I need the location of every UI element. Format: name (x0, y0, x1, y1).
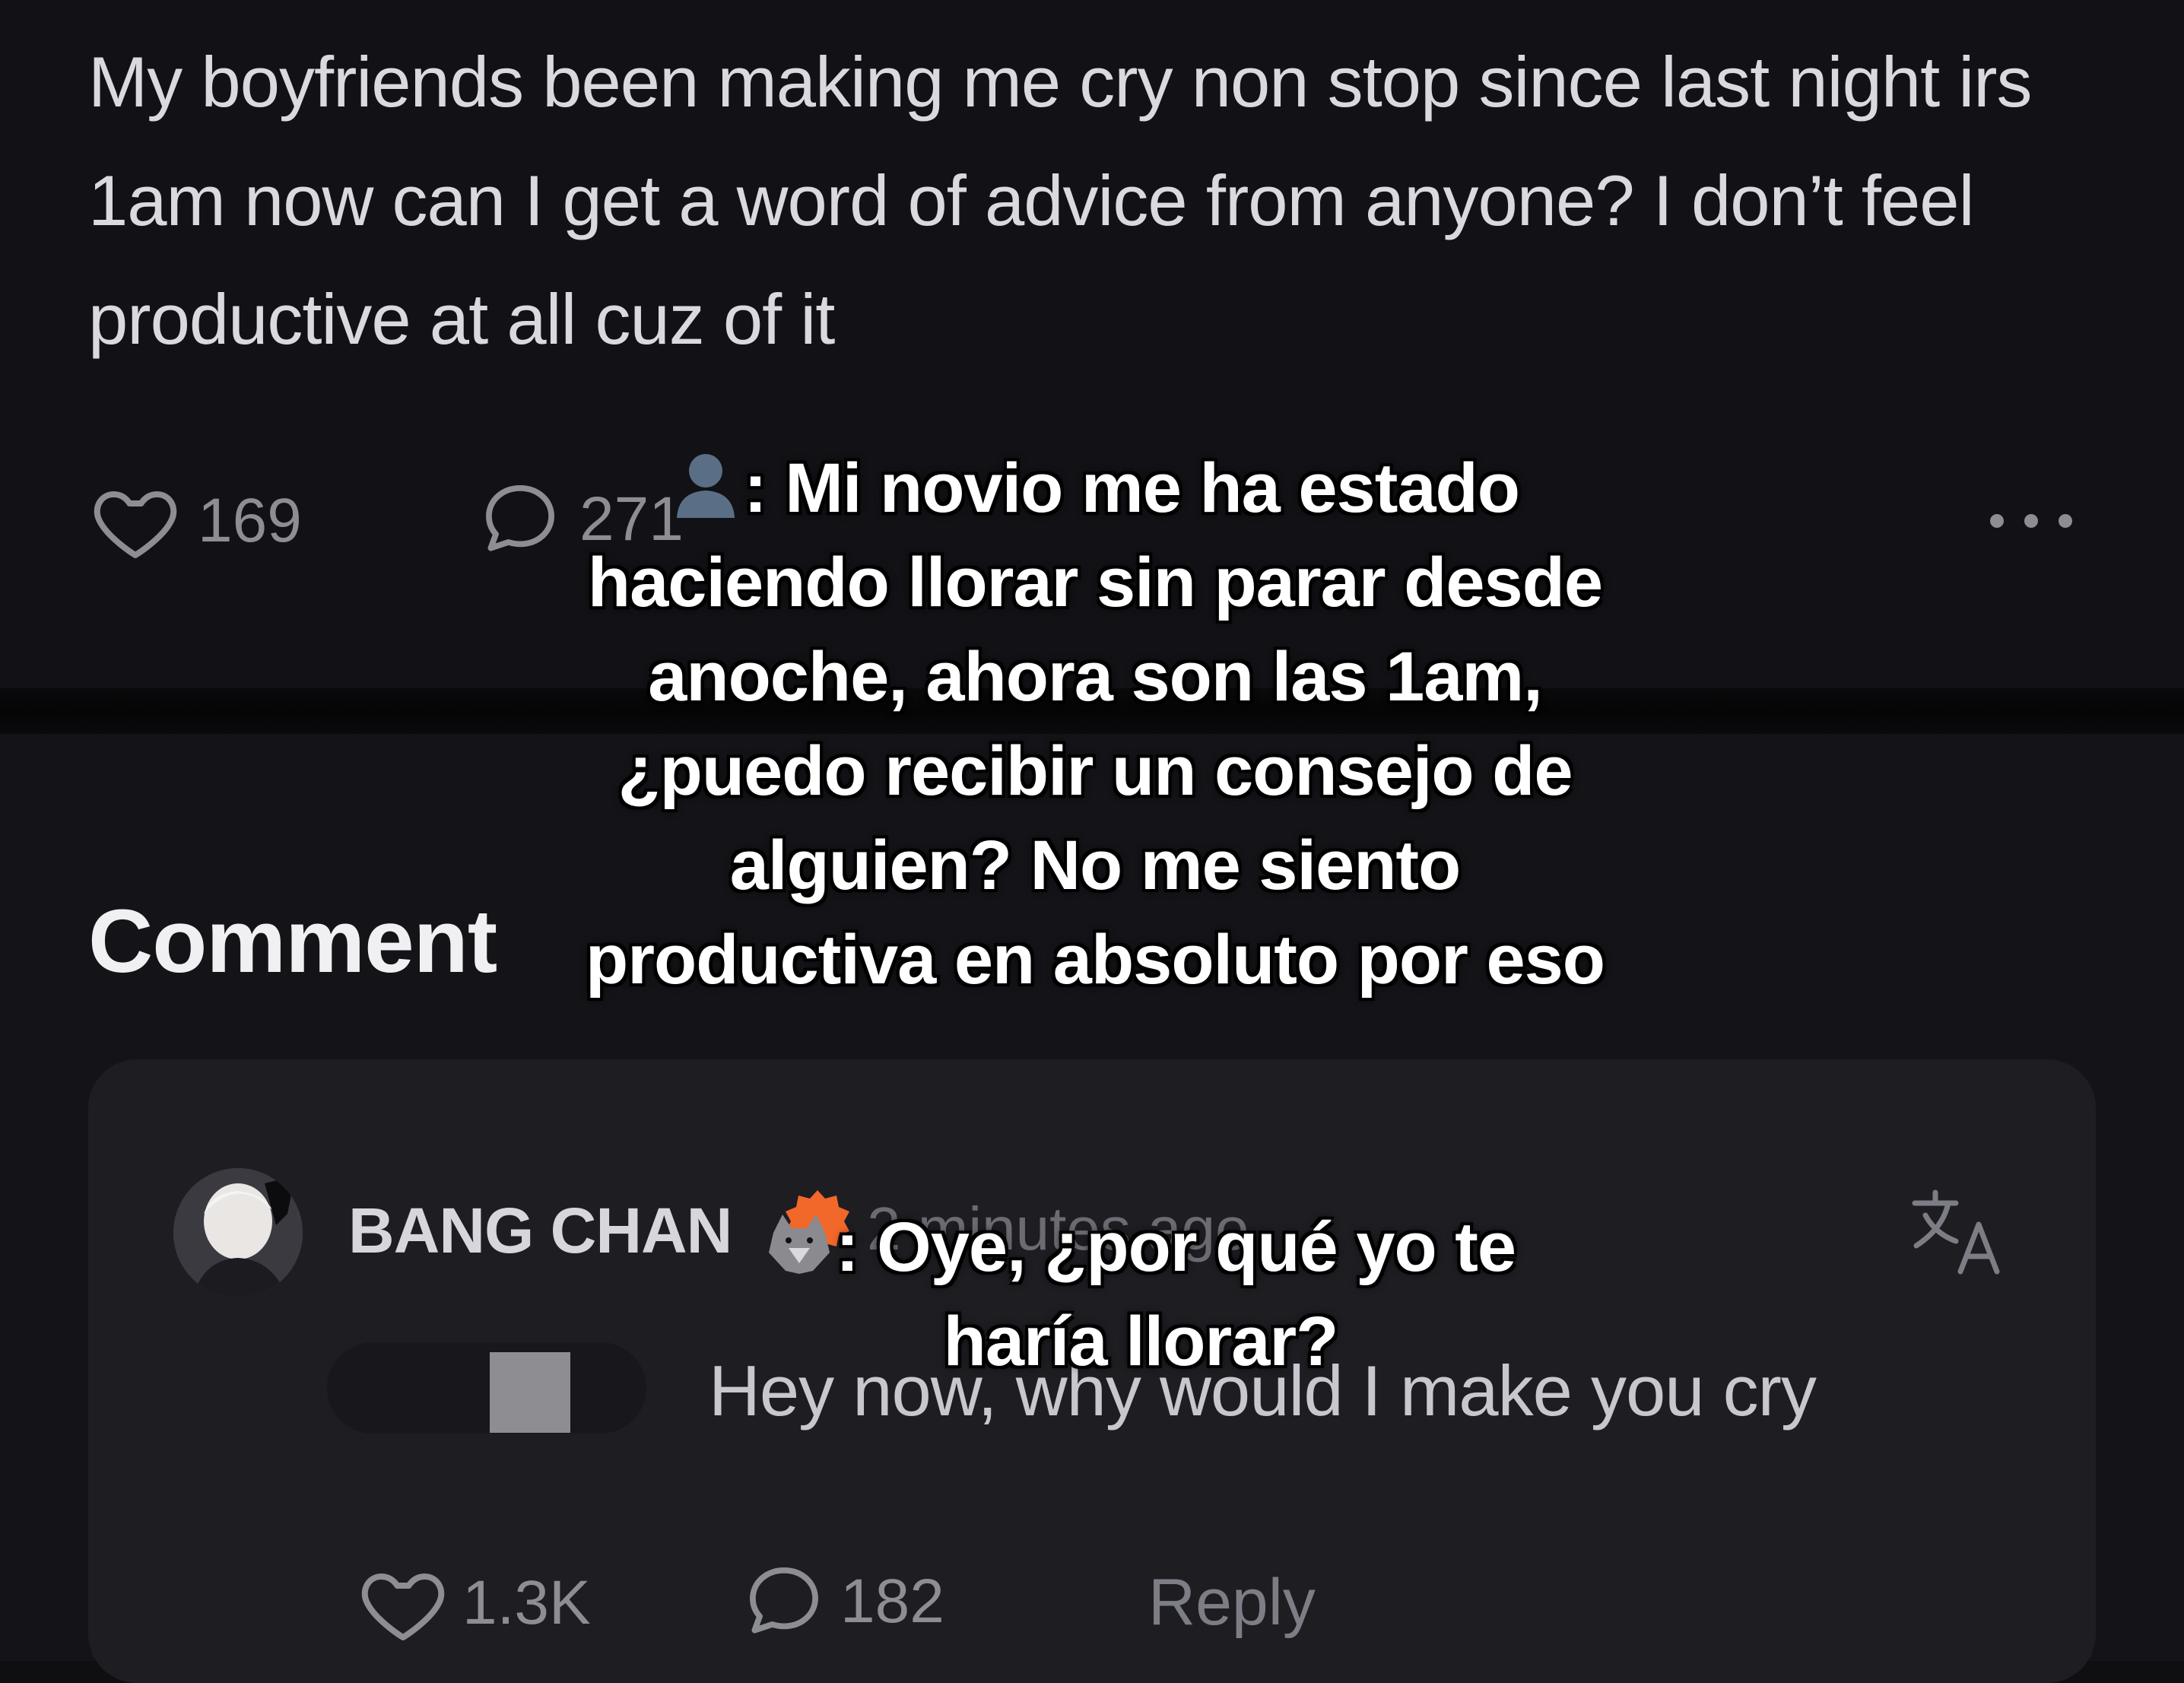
comment-like-button[interactable]: 1.3K (356, 1558, 591, 1649)
avatar[interactable] (173, 1168, 303, 1297)
post-text: My boyfriends been making me cry non sto… (88, 42, 2033, 359)
post-more-button[interactable] (1982, 475, 2081, 567)
heart-icon (361, 1573, 445, 1640)
stop-button[interactable] (490, 1352, 570, 1433)
comment-bubble-icon (750, 1567, 818, 1634)
reply-button[interactable]: Reply (1148, 1565, 1316, 1640)
post-like-count: 169 (198, 486, 302, 555)
wolf-icon (768, 1215, 830, 1274)
comment-username[interactable]: BANG CHAN (348, 1194, 732, 1268)
post-like-button[interactable]: 169 (88, 475, 302, 567)
audio-bar (327, 1342, 646, 1434)
comment-bubble-icon (486, 485, 554, 551)
person-silhouette-icon (677, 454, 735, 518)
comment-reply-count: 182 (840, 1567, 944, 1636)
comment-like-count: 1.3K (462, 1568, 591, 1637)
comment-reply-count-button[interactable]: 182 (740, 1558, 944, 1646)
heart-icon (94, 491, 177, 558)
caption-overlay-1: : Mi novio me ha estado haciendo llorar … (578, 441, 1612, 1007)
more-dots-icon (1990, 514, 2072, 528)
caption-overlay-2: : Oye, ¿por qué yo te haría llorar? (684, 1200, 1597, 1389)
caption-2-text: : Oye, ¿por qué yo te haría llorar? (835, 1208, 1516, 1380)
avatar-image (173, 1168, 303, 1297)
translate-icon[interactable] (1909, 1186, 2008, 1278)
comments-heading: Comment (88, 891, 497, 992)
caption-1-text: : Mi novio me ha estado haciendo llorar … (586, 449, 1605, 999)
